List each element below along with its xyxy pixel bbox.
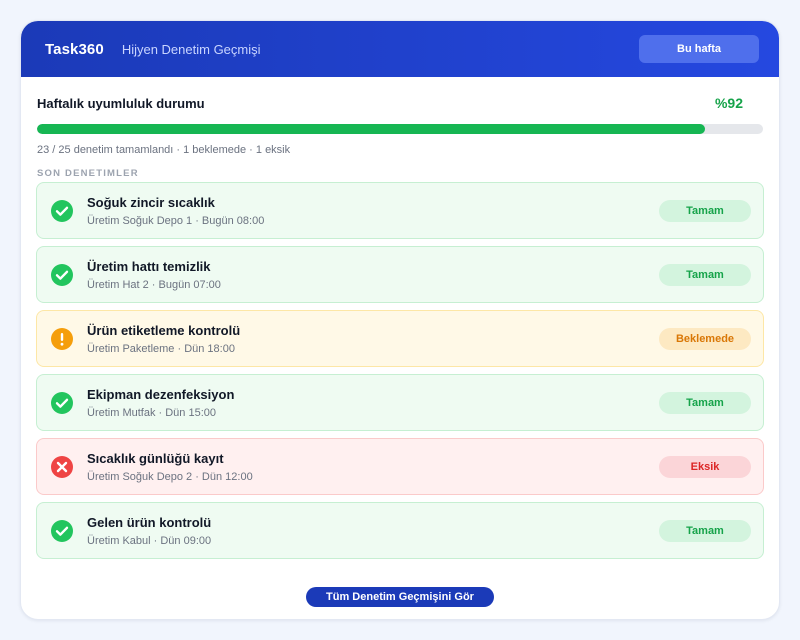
- audit-subtitle: Üretim Kabul · Dün 09:00: [87, 534, 212, 547]
- status-badge: Tamam: [659, 263, 751, 286]
- audit-title: Sıcaklık günlüğü kayıt: [87, 450, 224, 466]
- audit-subtitle: Üretim Soğuk Depo 2 · Dün 12:00: [87, 470, 253, 483]
- footer: Tüm Denetim Geçmişini Gör: [21, 587, 779, 607]
- audit-title: Soğuk zincir sıcaklık: [87, 194, 215, 210]
- check-circle-icon: [51, 519, 73, 542]
- compliance-summary: Haftalık uyumluluk durumu %92 23 / 25 de…: [21, 77, 779, 156]
- audit-subtitle: Üretim Paketleme · Dün 18:00: [87, 342, 235, 355]
- audit-title: Ekipman dezenfeksiyon: [87, 386, 235, 402]
- audit-subtitle: Üretim Mutfak · Dün 15:00: [87, 406, 216, 419]
- page-title: Hijyen Denetim Geçmişi: [121, 41, 261, 57]
- audit-title: Gelen ürün kontrolü: [87, 514, 212, 530]
- audit-title: Ürün etiketleme kontrolü: [87, 322, 241, 338]
- app-name: Task360: [45, 40, 104, 58]
- section-label: SON DENETIMLER: [37, 168, 139, 179]
- audit-title: Üretim hattı temizlik: [87, 258, 211, 274]
- audit-row[interactable]: Üretim hattı temizlik Üretim Hat 2 · Bugü…: [36, 246, 764, 303]
- check-circle-icon: [51, 391, 73, 414]
- check-circle-icon: [51, 263, 73, 286]
- audit-text: Ekipman dezenfeksiyon Üretim Mutfak · Dün…: [87, 387, 234, 419]
- audit-subtitle: Üretim Hat 2 · Bugün 07:00: [87, 278, 221, 291]
- x-circle-icon: [51, 455, 73, 478]
- audit-text: Sıcaklık günlüğü kayıt Üretim Soğuk Depo …: [87, 451, 253, 483]
- summary-title: Haftalık uyumluluk durumu: [37, 95, 205, 111]
- warning-circle-icon: [51, 327, 73, 350]
- header-bar: Task360 Hijyen Denetim Geçmişi Bu hafta: [21, 21, 779, 77]
- audit-list: Soğuk zincir sıcaklık Üretim Soğuk Depo 1…: [36, 182, 764, 559]
- audit-text: Ürün etiketleme kontrolü Üretim Paketleme…: [87, 323, 240, 355]
- audit-card: Task360 Hijyen Denetim Geçmişi Bu hafta …: [20, 20, 780, 620]
- progress-fill: [37, 124, 705, 134]
- compliance-progress-bar: [37, 124, 763, 134]
- status-badge: Beklemede: [659, 327, 751, 350]
- status-badge: Tamam: [659, 391, 751, 414]
- audit-row[interactable]: Ürün etiketleme kontrolü Üretim Paketleme…: [36, 310, 764, 367]
- audit-row[interactable]: Soğuk zincir sıcaklık Üretim Soğuk Depo 1…: [36, 182, 764, 239]
- audit-row[interactable]: Ekipman dezenfeksiyon Üretim Mutfak · Dün…: [36, 374, 764, 431]
- status-badge: Tamam: [659, 199, 751, 222]
- audit-row[interactable]: Sıcaklık günlüğü kayıt Üretim Soğuk Depo …: [36, 438, 764, 495]
- audit-text: Gelen ürün kontrolü Üretim Kabul · Dün 09…: [87, 515, 211, 547]
- audit-text: Üretim hattı temizlik Üretim Hat 2 · Bugü…: [87, 259, 221, 291]
- status-badge: Tamam: [659, 519, 751, 542]
- audit-text: Soğuk zincir sıcaklık Üretim Soğuk Depo 1…: [87, 195, 264, 227]
- status-badge: Eksik: [659, 455, 751, 478]
- audit-subtitle: Üretim Soğuk Depo 1 · Bugün 08:00: [87, 214, 265, 227]
- summary-meta: 23 / 25 denetim tamamlandı · 1 beklemede…: [37, 144, 291, 156]
- view-all-history-button[interactable]: Tüm Denetim Geçmişini Gör: [306, 587, 494, 607]
- week-filter-button[interactable]: Bu hafta: [639, 35, 759, 63]
- compliance-percent: %92: [714, 95, 743, 111]
- check-circle-icon: [51, 199, 73, 222]
- audit-row[interactable]: Gelen ürün kontrolü Üretim Kabul · Dün 09…: [36, 502, 764, 559]
